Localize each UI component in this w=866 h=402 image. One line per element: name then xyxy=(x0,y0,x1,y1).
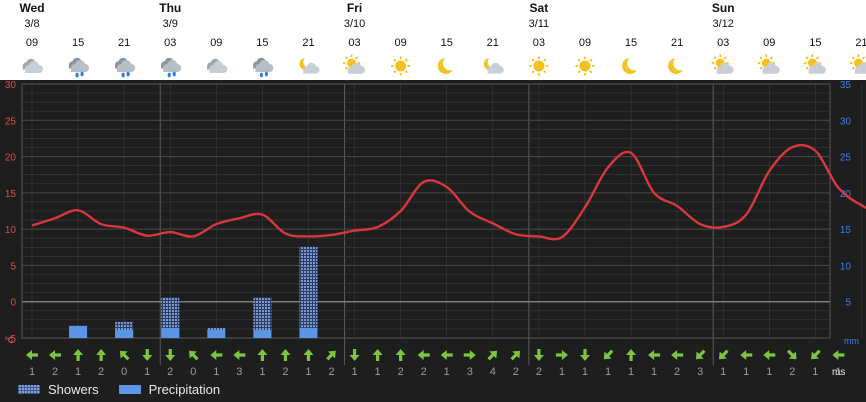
wind-speed-3: 2 xyxy=(98,366,104,378)
day-date-3: 3/11 xyxy=(529,18,550,30)
wind-speed-28: 2 xyxy=(674,366,680,378)
wind-speed-20: 4 xyxy=(490,366,496,378)
wind-speed-29: 3 xyxy=(697,366,703,378)
showers-bar xyxy=(299,246,318,338)
day-name-4: Sun xyxy=(712,1,735,15)
temp-tick-label: 5 xyxy=(10,261,16,272)
hour-label-5: 15 xyxy=(256,37,268,49)
hour-label-14: 21 xyxy=(671,37,683,49)
day-name-1: Thu xyxy=(159,1,181,15)
wind-speed-4: 0 xyxy=(121,366,127,378)
day-date-2: 3/10 xyxy=(344,18,365,30)
temp-tick-label: 15 xyxy=(5,189,17,200)
precip-unit-label: mm xyxy=(844,336,859,346)
day-name-3: Sat xyxy=(530,1,549,15)
legend-label-showers: Showers xyxy=(48,381,99,397)
wind-speed-32: 1 xyxy=(766,366,772,378)
wind-unit-label: ms xyxy=(832,367,845,378)
wind-speed-12: 1 xyxy=(305,366,311,378)
temp-tick-label: 0 xyxy=(10,298,16,309)
temp-tick-label: 10 xyxy=(5,225,17,236)
wind-speed-25: 1 xyxy=(605,366,611,378)
wind-speed-21: 2 xyxy=(513,366,519,378)
wind-speed-13: 2 xyxy=(328,366,334,378)
hour-label-0: 09 xyxy=(26,37,38,49)
hour-label-15: 03 xyxy=(717,37,729,49)
precip-tick-label: 5 xyxy=(845,298,851,309)
legend-item-showers[interactable]: Showers xyxy=(18,382,99,397)
precipitation-bar xyxy=(161,327,180,338)
legend-item-precipitation[interactable]: Precipitation xyxy=(118,381,221,397)
wind-speed-14: 1 xyxy=(351,366,357,378)
hour-label-12: 09 xyxy=(579,37,591,49)
precipitation-swatch xyxy=(118,384,141,394)
showers-swatch xyxy=(18,384,40,394)
wind-speed-8: 1 xyxy=(213,366,219,378)
wind-speed-30: 1 xyxy=(720,366,726,378)
hour-label-17: 15 xyxy=(809,37,821,49)
precipitation-bar xyxy=(69,325,88,338)
day-name-2: Fri xyxy=(347,1,362,15)
wind-speed-26: 1 xyxy=(628,366,634,378)
hour-label-10: 21 xyxy=(487,37,499,49)
temp-tick-label: 20 xyxy=(5,153,17,164)
day-name-0: Wed xyxy=(19,1,44,15)
hour-label-3: 03 xyxy=(164,37,176,49)
precip-tick-label: 30 xyxy=(840,116,852,127)
day-date-4: 3/12 xyxy=(712,18,733,30)
wind-speed-15: 1 xyxy=(375,366,381,378)
temp-tick-label: 30 xyxy=(5,80,17,91)
day-date-0: 3/8 xyxy=(24,18,39,30)
wind-speed-18: 1 xyxy=(444,366,450,378)
hour-label-16: 09 xyxy=(763,37,775,49)
wind-speed-27: 1 xyxy=(651,366,657,378)
precip-tick-label: 25 xyxy=(840,153,852,164)
wind-speed-23: 1 xyxy=(559,366,565,378)
hour-label-4: 09 xyxy=(210,37,222,49)
wind-speed-34: 1 xyxy=(812,366,818,378)
wind-speed-7: 0 xyxy=(190,366,196,378)
wind-speed-19: 3 xyxy=(467,366,473,378)
wind-speed-22: 2 xyxy=(536,366,542,378)
hour-label-2: 21 xyxy=(118,37,130,49)
precipitation-bar xyxy=(115,329,134,338)
day-date-1: 3/9 xyxy=(163,18,178,30)
wind-speed-0: 1 xyxy=(29,366,35,378)
precipitation-bar xyxy=(299,327,318,338)
hour-label-6: 21 xyxy=(302,37,314,49)
temp-tick-label: 25 xyxy=(5,116,17,127)
hour-label-18: 21 xyxy=(855,37,866,49)
wind-speed-1: 2 xyxy=(52,366,58,378)
wind-speed-16: 2 xyxy=(398,366,404,378)
temp-unit-label: ℃ xyxy=(4,335,14,345)
hour-label-11: 03 xyxy=(533,37,545,49)
chart-background xyxy=(0,80,866,402)
precip-tick-label: 35 xyxy=(840,80,852,91)
legend-label-precipitation: Precipitation xyxy=(148,381,221,397)
hour-label-1: 15 xyxy=(72,37,84,49)
meteogram-widget: Wed3/8Thu3/9Fri3/10Sat3/11Sun3/12Mon3/13… xyxy=(0,0,866,402)
precip-tick-label: 15 xyxy=(840,225,852,236)
wind-speed-6: 2 xyxy=(167,366,173,378)
precip-tick-label: 10 xyxy=(840,261,852,272)
wind-speed-24: 1 xyxy=(582,366,588,378)
wind-speed-9: 3 xyxy=(236,366,242,378)
chart-legend: Showers Precipitation xyxy=(18,380,220,398)
wind-speed-2: 1 xyxy=(75,366,81,378)
hour-label-7: 03 xyxy=(348,37,360,49)
wind-speed-10: 1 xyxy=(259,366,265,378)
precipitation-bar xyxy=(207,329,226,338)
hour-label-9: 15 xyxy=(441,37,453,49)
wind-speed-31: 1 xyxy=(743,366,749,378)
meteogram-chart: Wed3/8Thu3/9Fri3/10Sat3/11Sun3/12Mon3/13… xyxy=(0,0,866,402)
wind-speed-5: 1 xyxy=(144,366,150,378)
hour-label-8: 09 xyxy=(395,37,407,49)
wind-speed-33: 2 xyxy=(789,366,795,378)
precipitation-bar xyxy=(253,329,272,338)
hour-label-13: 15 xyxy=(625,37,637,49)
wind-speed-11: 2 xyxy=(282,366,288,378)
wind-speed-17: 2 xyxy=(421,366,427,378)
